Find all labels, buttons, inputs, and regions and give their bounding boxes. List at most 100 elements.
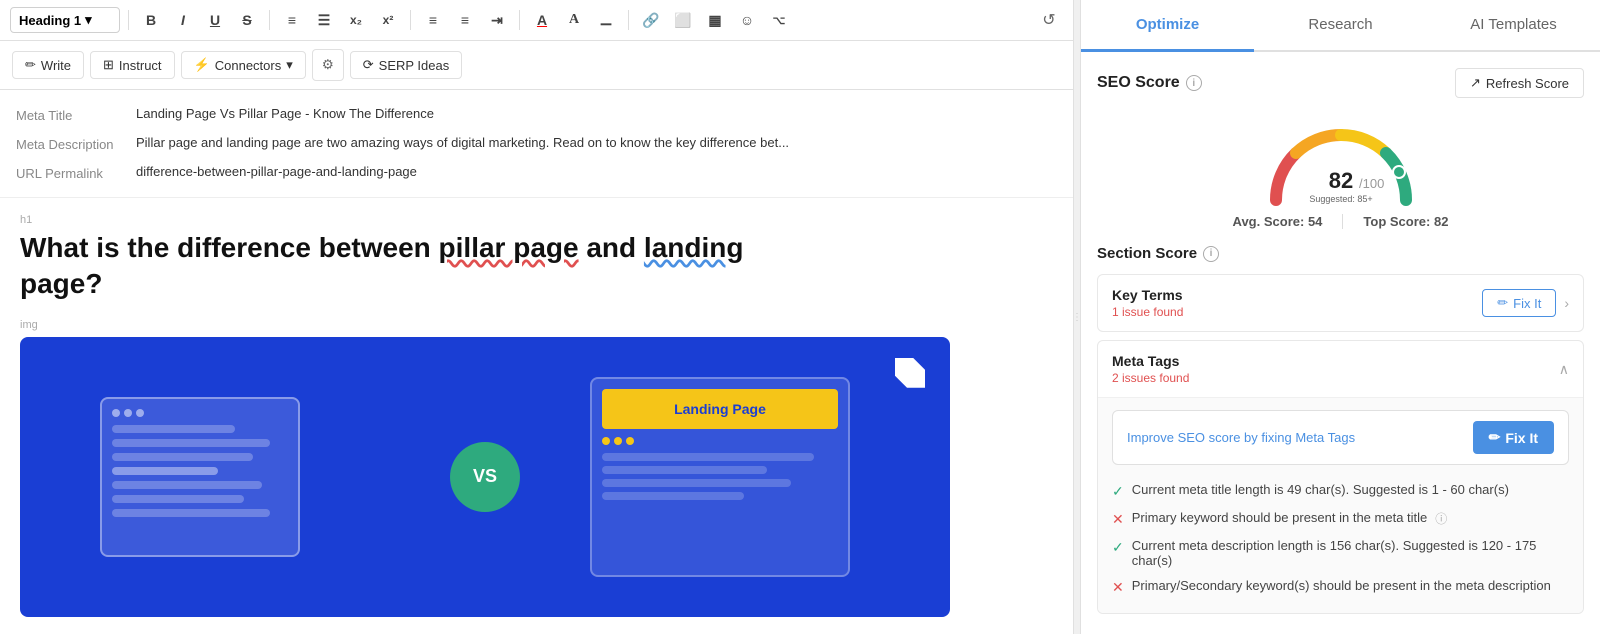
article-image: Landing Page VS (20, 337, 950, 617)
toolbar-divider-4 (519, 10, 520, 30)
landing-page-label: Landing Page (602, 389, 838, 429)
image-button[interactable]: ⬜ (669, 6, 697, 34)
improve-bar: Improve SEO score by fixing Meta Tags ✏ … (1112, 410, 1569, 465)
meta-tags-actions: ∧ (1559, 361, 1569, 378)
right-panel: Optimize Research AI Templates SEO Score… (1080, 0, 1600, 634)
align-left-button[interactable]: ≡ (419, 6, 447, 34)
fix-it-icon-1: ✏ (1497, 295, 1508, 311)
line-6 (112, 495, 244, 503)
check-item-2: ✓ Current meta description length is 156… (1112, 533, 1569, 573)
gray-line-1 (602, 453, 814, 461)
emoji-button[interactable]: ☺ (733, 6, 761, 34)
check-info-icon-1[interactable]: ⓘ (1435, 510, 1447, 527)
meta-tags-score-item: Meta Tags 2 issues found ∧ Improve SEO s… (1097, 340, 1584, 614)
meta-tags-issue: 2 issues found (1112, 371, 1189, 385)
superscript-button[interactable]: x² (374, 6, 402, 34)
meta-tags-body: Improve SEO score by fixing Meta Tags ✏ … (1098, 397, 1583, 613)
image-tag-label: img (20, 319, 1053, 331)
key-terms-fix-it-button[interactable]: ✏ Fix It (1482, 289, 1556, 317)
key-terms-info: Key Terms 1 issue found (1112, 287, 1183, 319)
meta-tags-fix-it-button[interactable]: ✏ Fix It (1473, 421, 1554, 454)
gauge-stats: Avg. Score: 54 Top Score: 82 (1233, 214, 1449, 229)
y-dot-1 (602, 437, 610, 445)
align-center-button[interactable]: ≡ (451, 6, 479, 34)
toolbar-divider-5 (628, 10, 629, 30)
toolbar-divider-2 (269, 10, 270, 30)
indent-button[interactable]: ⇥ (483, 6, 511, 34)
meta-description-value[interactable]: Pillar page and landing page are two ama… (136, 135, 1057, 150)
bold-button[interactable]: B (137, 6, 165, 34)
url-label: URL Permalink (16, 164, 136, 181)
refresh-icon: ↗ (1470, 75, 1481, 91)
italic-button[interactable]: I (169, 6, 197, 34)
top-score-stat: Top Score: 82 (1363, 214, 1448, 229)
yellow-dots (602, 437, 838, 445)
url-permalink-row: URL Permalink difference-between-pillar-… (16, 158, 1057, 187)
check-item-0: ✓ Current meta title length is 49 char(s… (1112, 477, 1569, 505)
check-item-3: ✕ Primary/Secondary keyword(s) should be… (1112, 573, 1569, 601)
meta-title-value[interactable]: Landing Page Vs Pillar Page - Know The D… (136, 106, 1057, 121)
subscript-button[interactable]: x₂ (342, 6, 370, 34)
gray-line-4 (602, 492, 744, 500)
line-7 (112, 509, 270, 517)
strikethrough-button[interactable]: S (233, 6, 261, 34)
write-icon: ✏ (25, 57, 36, 73)
check-text-2: Current meta description length is 156 c… (1132, 538, 1569, 568)
tab-optimize-label: Optimize (1136, 16, 1199, 33)
heading-select[interactable]: Heading 1 ▾ (10, 7, 120, 33)
key-terms-chevron-icon[interactable]: › (1564, 295, 1569, 311)
image-logo (890, 353, 930, 393)
tab-ai-templates[interactable]: AI Templates (1427, 0, 1600, 52)
underline-button[interactable]: U (201, 6, 229, 34)
check-item-1: ✕ Primary keyword should be present in t… (1112, 505, 1569, 533)
key-terms-score-item: Key Terms 1 issue found ✏ Fix It › (1097, 274, 1584, 332)
svg-text:/100: /100 (1359, 176, 1384, 191)
window-dots-left (112, 409, 288, 417)
table-button[interactable]: ▦ (701, 6, 729, 34)
seo-score-title: SEO Score i (1097, 74, 1202, 92)
article-heading[interactable]: What is the difference between pillar pa… (20, 230, 1053, 303)
ordered-list-button[interactable]: ≡ (278, 6, 306, 34)
key-terms-header[interactable]: Key Terms 1 issue found ✏ Fix It › (1098, 275, 1583, 331)
section-score-title: Section Score (1097, 245, 1197, 262)
panel-tabs: Optimize Research AI Templates (1081, 0, 1600, 52)
instruct-button[interactable]: ⊞ Instruct (90, 51, 175, 79)
gauge-svg: 82 /100 Suggested: 85+ (1261, 120, 1421, 210)
stat-divider (1342, 214, 1343, 229)
tab-research[interactable]: Research (1254, 0, 1427, 52)
meta-tags-chevron-icon[interactable]: ∧ (1559, 361, 1569, 378)
seo-score-header: SEO Score i ↗ Refresh Score (1097, 68, 1584, 98)
settings-icon: ⚙ (322, 57, 334, 73)
bullet-list-button[interactable]: ☰ (310, 6, 338, 34)
url-value[interactable]: difference-between-pillar-page-and-landi… (136, 164, 1057, 179)
settings-button[interactable]: ⚙ (312, 49, 344, 81)
gauge-container: 82 /100 Suggested: 85+ Avg. Score: 54 To… (1097, 110, 1584, 245)
meta-fields: Meta Title Landing Page Vs Pillar Page -… (0, 90, 1073, 198)
serp-ideas-button[interactable]: ⟳ SERP Ideas (350, 51, 463, 79)
clear-format-button[interactable]: A (560, 6, 588, 34)
editor-content[interactable]: h1 What is the difference between pillar… (0, 198, 1073, 634)
toolbar-divider-3 (410, 10, 411, 30)
section-score-info-icon[interactable]: i (1203, 246, 1219, 262)
tab-optimize[interactable]: Optimize (1081, 0, 1254, 52)
key-terms-title: Key Terms (1112, 287, 1183, 303)
font-color-button[interactable]: A (528, 6, 556, 34)
text-align-button[interactable]: ⚊ (592, 6, 620, 34)
link-button[interactable]: 🔗 (637, 6, 665, 34)
tab-ai-templates-label: AI Templates (1470, 16, 1556, 33)
write-button[interactable]: ✏ Write (12, 51, 84, 79)
line-2 (112, 439, 270, 447)
connectors-button[interactable]: ⚡ Connectors ▾ (181, 51, 306, 79)
svg-text:82: 82 (1328, 168, 1352, 193)
line-5 (112, 481, 262, 489)
y-dot-3 (626, 437, 634, 445)
history-button[interactable]: ↺ (1035, 6, 1063, 34)
meta-title-label: Meta Title (16, 106, 136, 123)
serp-icon: ⟳ (363, 57, 374, 73)
vs-circle: VS (450, 442, 520, 512)
seo-score-info-icon[interactable]: i (1186, 75, 1202, 91)
line-1 (112, 425, 235, 433)
refresh-score-button[interactable]: ↗ Refresh Score (1455, 68, 1584, 98)
meta-tags-header[interactable]: Meta Tags 2 issues found ∧ (1098, 341, 1583, 397)
code-button[interactable]: ⌥ (765, 6, 793, 34)
